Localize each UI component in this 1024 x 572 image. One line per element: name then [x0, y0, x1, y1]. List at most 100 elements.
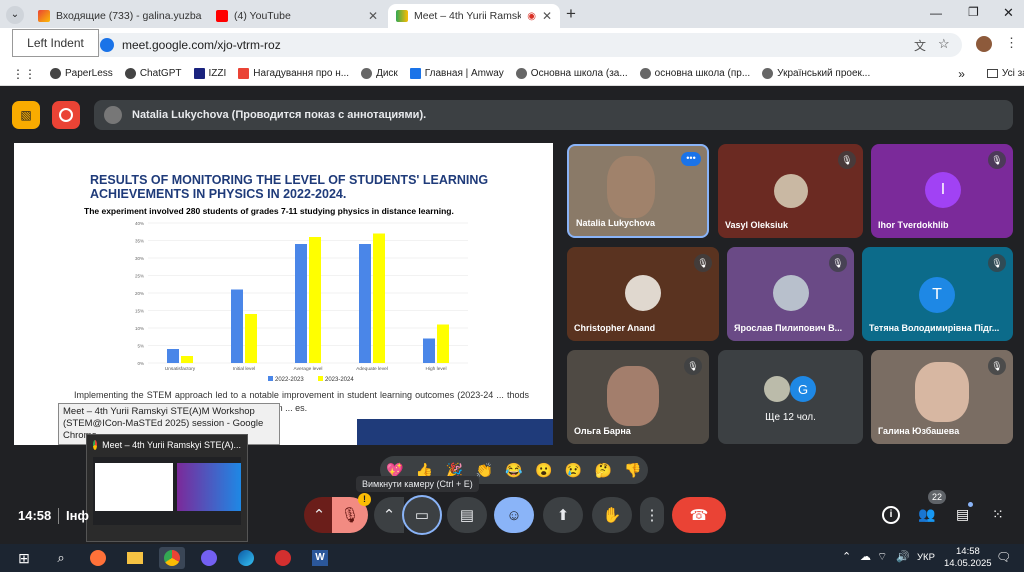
participant-tile[interactable]: T 🎙 Тетяна Володимирівна Підг...: [862, 247, 1013, 341]
close-icon[interactable]: ✕: [542, 9, 552, 23]
notifications-icon[interactable]: 🗨: [996, 550, 1011, 564]
network-icon[interactable]: ☁: [860, 550, 871, 563]
activities-icon[interactable]: ⁙: [992, 506, 1004, 523]
participant-video: [607, 366, 659, 426]
bookmark-item[interactable]: Главная | Amway: [409, 68, 504, 79]
new-tab-button[interactable]: +: [566, 4, 576, 24]
bookmark-item[interactable]: Український проек...: [762, 68, 870, 79]
y-tick-label: 5%: [137, 344, 144, 349]
browser-menu-icon[interactable]: ⋮: [1005, 35, 1018, 51]
all-bookmarks-label: Усі закладки: [1001, 68, 1024, 79]
bookmark-item[interactable]: ChatGPT: [124, 68, 182, 79]
bookmark-item[interactable]: Диск: [361, 68, 398, 79]
language-indicator[interactable]: УКР: [917, 552, 935, 563]
captions-button[interactable]: ▤: [447, 497, 487, 533]
bookmarks-overflow[interactable]: »: [958, 67, 965, 81]
site-info-icon[interactable]: [100, 38, 114, 52]
participant-name: Christopher Anand: [574, 323, 656, 333]
slide-footer-bar: [357, 419, 553, 445]
profile-avatar[interactable]: [976, 36, 992, 52]
participant-tile[interactable]: I 🎙 Ihor Tverdokhlib: [871, 144, 1013, 238]
record-icon[interactable]: [52, 101, 80, 129]
translate-icon[interactable]: 文: [914, 37, 926, 54]
bar-2023-2024: [309, 237, 321, 363]
end-call-button[interactable]: ☎: [672, 497, 726, 533]
taskbar-window-preview[interactable]: Meet – 4th Yurii Ramskyi STE(A)...: [86, 434, 248, 542]
present-stop-icon[interactable]: ▧: [12, 101, 40, 129]
firefox-icon[interactable]: [85, 547, 111, 569]
camera-toggle-button[interactable]: ▭: [402, 495, 442, 535]
participant-tile[interactable]: 🎙 Ольга Барна: [567, 350, 709, 444]
participant-avatar: T: [919, 277, 955, 313]
x-tick-label: Adequate level: [356, 366, 388, 372]
window-close-icon[interactable]: ✕: [1003, 5, 1014, 21]
close-icon[interactable]: ✕: [368, 9, 378, 23]
wifi-icon[interactable]: ⌔: [877, 550, 887, 564]
reaction-clap[interactable]: 👏: [475, 462, 492, 479]
bookmark-item[interactable]: Основна школа (за...: [515, 68, 628, 79]
tab-gmail[interactable]: Входящие (733) - galina.yuzba ✕: [30, 4, 205, 28]
emoji-reactions-button[interactable]: ☺: [494, 497, 534, 533]
y-tick-label: 15%: [135, 309, 144, 314]
participant-name: Тетяна Володимирівна Підг...: [869, 323, 1000, 333]
reaction-thinking[interactable]: 🤔: [595, 462, 612, 479]
word-icon[interactable]: W: [307, 547, 333, 569]
taskbar-time[interactable]: 14:58: [956, 546, 980, 557]
edge-icon[interactable]: [233, 547, 259, 569]
meeting-details-icon[interactable]: i: [882, 506, 900, 524]
bookmark-item[interactable]: Нагадування про н...: [238, 68, 349, 79]
participant-name: Ihor Tverdokhlib: [878, 220, 949, 230]
reaction-thumbs-down[interactable]: 👎: [624, 462, 641, 479]
left-indent-tooltip: Left Indent: [12, 29, 99, 57]
bookmark-item[interactable]: основна школа (пр...: [639, 68, 750, 79]
all-bookmarks[interactable]: Усі закладки: [986, 68, 1024, 79]
chat-icon[interactable]: ▤: [956, 506, 969, 523]
apps-grid-icon[interactable]: ⋮⋮: [12, 67, 36, 81]
y-tick-label: 35%: [135, 239, 144, 244]
tab-youtube[interactable]: (4) YouTube ✕: [208, 4, 386, 28]
restore-icon[interactable]: ❐: [968, 5, 979, 19]
legend-swatch: [268, 376, 273, 381]
people-icon[interactable]: 👥: [918, 506, 935, 523]
mic-options-button[interactable]: ⌃: [304, 497, 334, 533]
bar-2023-2024: [245, 314, 257, 363]
participant-tile[interactable]: ••• Natalia Lukychova: [567, 144, 709, 238]
app-icon[interactable]: [270, 547, 296, 569]
more-participants-tile[interactable]: G Ще 12 чол.: [718, 350, 863, 444]
reaction-surprised[interactable]: 😮: [535, 462, 552, 479]
x-tick-label: High level: [425, 366, 446, 372]
tray-expand-icon[interactable]: ⌃: [842, 550, 851, 563]
tab-meet[interactable]: Meet – 4th Yurii Ramskyi STE ◉ ✕: [388, 4, 560, 28]
reaction-sad[interactable]: 😢: [565, 462, 582, 479]
file-explorer-icon[interactable]: [122, 547, 148, 569]
bookmark-icon: [193, 68, 205, 79]
url-bar[interactable]: meet.google.com/xjo-vtrm-roz: [92, 33, 962, 57]
camera-options-button[interactable]: ⌃: [374, 497, 404, 533]
present-screen-button[interactable]: ⬆: [543, 497, 583, 533]
more-options-icon[interactable]: •••: [681, 152, 701, 166]
participant-tile[interactable]: 🎙 Vasyl Oleksiuk: [718, 144, 863, 238]
more-options-button[interactable]: ⋮: [640, 497, 664, 533]
reaction-laugh[interactable]: 😂: [505, 462, 522, 479]
viber-icon[interactable]: [196, 547, 222, 569]
bookmark-item[interactable]: IZZI: [193, 68, 226, 79]
volume-icon[interactable]: 🔊: [896, 550, 910, 563]
participant-video: [607, 156, 655, 218]
participant-tile[interactable]: 🎙 Ярослав Пилипович В...: [727, 247, 854, 341]
bookmark-star-icon[interactable]: ☆: [938, 36, 950, 52]
search-icon[interactable]: ⌕: [48, 547, 74, 569]
tab-search-button[interactable]: ⌄: [6, 6, 24, 24]
participant-tile[interactable]: 🎙 Галина Юзбашева: [871, 350, 1013, 444]
participant-name: Ярослав Пилипович В...: [734, 323, 843, 333]
bookmark-item[interactable]: PaperLess: [50, 68, 113, 79]
taskbar-date[interactable]: 14.05.2025: [944, 558, 992, 569]
bar-2022-2023: [359, 244, 371, 363]
minimize-icon[interactable]: —: [930, 6, 942, 20]
participant-tile[interactable]: 🎙 Christopher Anand: [567, 247, 719, 341]
windows-start-icon[interactable]: ⊞: [11, 547, 37, 569]
raise-hand-button[interactable]: ✋: [592, 497, 632, 533]
bookmark-label: Нагадування про н...: [253, 68, 350, 79]
chrome-taskbar-icon[interactable]: [159, 547, 185, 569]
bookmark-label: PaperLess: [65, 68, 113, 79]
chat-notification-dot: [968, 502, 973, 507]
